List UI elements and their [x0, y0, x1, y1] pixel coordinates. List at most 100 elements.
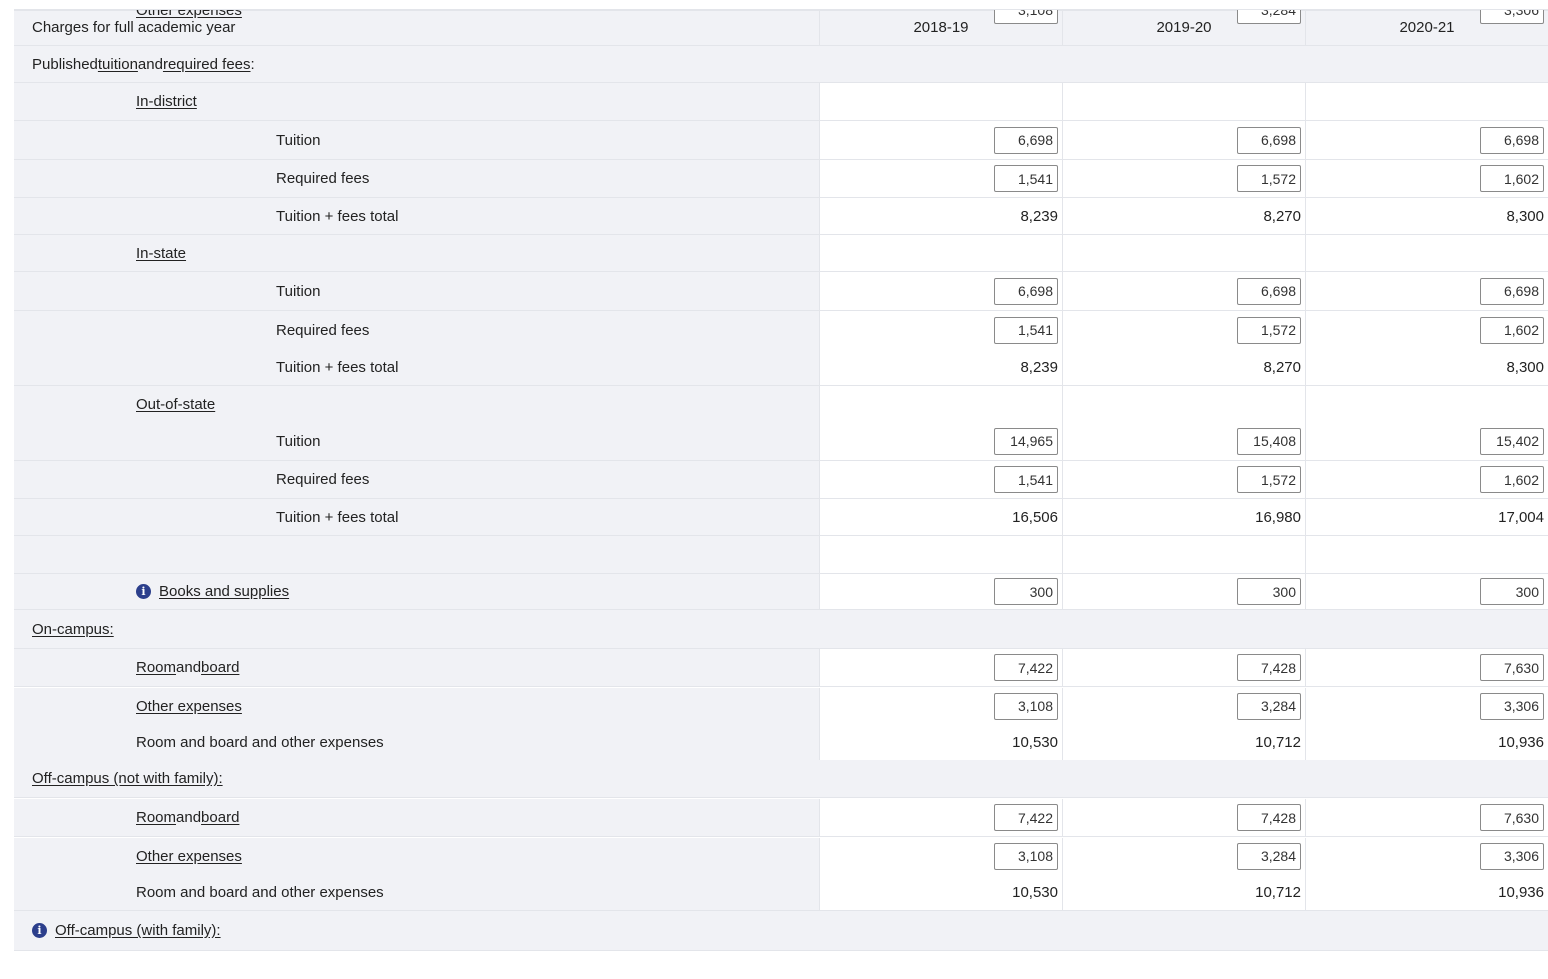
off-campus-with-family-link[interactable]: Off-campus (with family):	[55, 922, 221, 939]
tuition-link[interactable]: tuition	[98, 56, 138, 73]
cell-2018-19	[819, 688, 1062, 724]
amount-input-2019-20[interactable]	[1237, 654, 1301, 681]
total-value-2020-21: 8,300	[1506, 358, 1544, 376]
amount-input-2020-21[interactable]	[1480, 692, 1544, 720]
on-campus-link[interactable]: On-campus:	[32, 621, 114, 638]
amount-input-2019-20[interactable]	[1237, 277, 1301, 305]
room-and-board-row: Room and board	[14, 649, 1548, 687]
amount-input-2019-20[interactable]	[1237, 165, 1301, 192]
cell-2018-19	[819, 386, 1062, 422]
total-value-2020-21: 8,300	[1506, 207, 1544, 225]
cell-2019-20	[1062, 799, 1305, 836]
amount-input-2020-21[interactable]	[1480, 804, 1544, 831]
amount-input-2020-21[interactable]	[1480, 277, 1544, 305]
board-link[interactable]: board	[201, 809, 239, 826]
cell-2020-21	[1305, 461, 1548, 498]
amount-input-2019-20[interactable]	[1237, 126, 1301, 154]
room-and-board-and-other-expenses-row: Room and board and other expenses 10,530 1…	[14, 874, 1548, 911]
in-state-row: In-state	[14, 235, 1548, 272]
row-label: Out-of-state	[136, 386, 215, 422]
row-label: Tuition + fees total	[276, 499, 398, 535]
row-label: Tuition + fees total	[276, 198, 398, 234]
label-text: Required fees	[276, 321, 370, 339]
cell-2020-21	[1305, 272, 1548, 310]
row-label: Room and board	[136, 799, 239, 836]
total-value-2020-21: 10,936	[1498, 733, 1544, 751]
cell-2020-21: 10,936	[1305, 874, 1548, 910]
books-and-supplies-link[interactable]: Books and supplies	[159, 583, 289, 600]
amount-input-2020-21[interactable]	[1480, 427, 1544, 455]
cell-2018-19	[819, 461, 1062, 498]
amount-input-2018-19[interactable]	[994, 427, 1058, 455]
cell-2019-20	[1062, 386, 1305, 422]
in-district-link[interactable]: In-district	[136, 93, 197, 110]
amount-input-2018-19[interactable]	[994, 126, 1058, 154]
cell-2018-19	[819, 235, 1062, 271]
required-fees-link[interactable]: required fees	[163, 56, 251, 73]
amount-input-2020-21[interactable]	[1480, 10, 1544, 24]
amount-input-2018-19[interactable]	[994, 578, 1058, 605]
amount-input-2020-21[interactable]	[1480, 126, 1544, 154]
amount-input-2020-21[interactable]	[1480, 654, 1544, 681]
amount-input-2019-20[interactable]	[1237, 10, 1301, 24]
amount-input-2018-19[interactable]	[994, 277, 1058, 305]
amount-input-2019-20[interactable]	[1237, 842, 1301, 870]
total-value-2019-20: 16,980	[1255, 508, 1301, 526]
other-expenses-link[interactable]: Other expenses	[136, 10, 242, 19]
in-state-link[interactable]: In-state	[136, 245, 186, 262]
tuition-fees-total-row: Tuition + fees total 8,239 8,270 8,300	[14, 198, 1548, 235]
cell-2020-21	[1305, 422, 1548, 460]
row-label: Tuition	[276, 121, 320, 159]
amount-input-2020-21[interactable]	[1480, 842, 1544, 870]
cell-2018-19	[819, 311, 1062, 349]
other-expenses-link[interactable]: Other expenses	[136, 698, 242, 715]
amount-input-2019-20[interactable]	[1237, 427, 1301, 455]
cell-2018-19	[819, 83, 1062, 120]
room-and-board-row: Room and board	[14, 799, 1548, 837]
off-campus-with-family-row: i Off-campus (with family):	[14, 911, 1548, 951]
amount-input-2020-21[interactable]	[1480, 466, 1544, 493]
blank-row	[14, 536, 1548, 574]
amount-input-2018-19[interactable]	[994, 466, 1058, 493]
cell-2020-21	[1305, 83, 1548, 120]
off-campus-not-with-family-row: Off-campus (not with family):	[14, 760, 1548, 798]
amount-input-2020-21[interactable]	[1480, 165, 1544, 192]
room-link[interactable]: Room	[136, 809, 176, 826]
cell-2020-21	[1305, 121, 1548, 159]
amount-input-2019-20[interactable]	[1237, 692, 1301, 720]
published-tuition-and-required-fees-row: Published tuition and required fees:	[14, 46, 1548, 83]
tuition-fees-total-row: Tuition + fees total 8,239 8,270 8,300	[14, 349, 1548, 386]
out-of-state-link[interactable]: Out-of-state	[136, 396, 215, 413]
in-district-row: In-district	[14, 83, 1548, 121]
amount-input-2018-19[interactable]	[994, 10, 1058, 24]
amount-input-2018-19[interactable]	[994, 316, 1058, 344]
board-link[interactable]: board	[201, 659, 239, 676]
amount-input-2018-19[interactable]	[994, 804, 1058, 831]
amount-input-2019-20[interactable]	[1237, 316, 1301, 344]
amount-input-2020-21[interactable]	[1480, 316, 1544, 344]
cell-2019-20: 10,712	[1062, 874, 1305, 910]
cell-2020-21	[1305, 838, 1548, 874]
cell-2019-20	[1062, 574, 1305, 609]
info-icon[interactable]: i	[32, 923, 47, 938]
amount-input-2018-19[interactable]	[994, 165, 1058, 192]
cell-2019-20	[1062, 235, 1305, 271]
cell-2020-21: 17,004	[1305, 499, 1548, 535]
cell-2018-19	[819, 574, 1062, 609]
total-value-2019-20: 8,270	[1263, 358, 1301, 376]
row-label: Tuition + fees total	[276, 349, 398, 385]
amount-input-2019-20[interactable]	[1237, 804, 1301, 831]
amount-input-2018-19[interactable]	[994, 842, 1058, 870]
room-link[interactable]: Room	[136, 659, 176, 676]
total-value-2018-19: 8,239	[1020, 358, 1058, 376]
off-campus-not-with-family-link[interactable]: Off-campus (not with family):	[32, 770, 223, 787]
amount-input-2018-19[interactable]	[994, 654, 1058, 681]
amount-input-2019-20[interactable]	[1237, 578, 1301, 605]
info-icon[interactable]: i	[136, 584, 151, 599]
amount-input-2020-21[interactable]	[1480, 578, 1544, 605]
amount-input-2019-20[interactable]	[1237, 466, 1301, 493]
amount-input-2018-19[interactable]	[994, 692, 1058, 720]
cell-2018-19	[819, 649, 1062, 686]
other-expenses-link[interactable]: Other expenses	[136, 848, 242, 865]
row-label: Tuition	[276, 422, 320, 460]
